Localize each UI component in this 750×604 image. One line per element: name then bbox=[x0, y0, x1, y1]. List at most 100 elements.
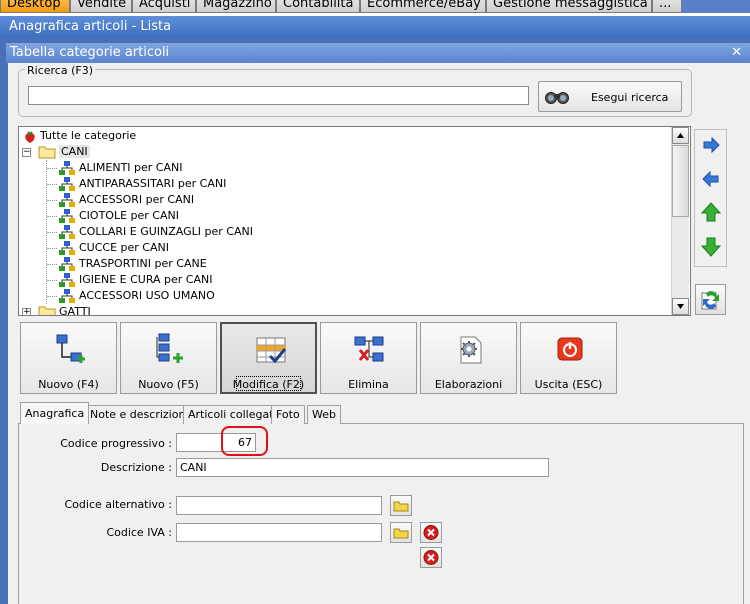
tree-item-label: ANTIPARASSITARI per CANI bbox=[79, 177, 227, 190]
tree-item-label: ACCESSORI USO UMANO bbox=[79, 289, 215, 302]
arrow-down-icon bbox=[677, 304, 684, 309]
move-right-button[interactable] bbox=[697, 131, 725, 159]
delete-label: Elimina bbox=[348, 378, 389, 391]
browse-iva-button[interactable] bbox=[390, 522, 412, 543]
tree-folder-label: CANI bbox=[59, 145, 90, 158]
collapse-icon[interactable]: − bbox=[22, 148, 31, 157]
codice-alternativo-label: Codice alternativo : bbox=[64, 498, 173, 511]
folder-icon bbox=[393, 501, 409, 512]
category-icon bbox=[59, 257, 75, 271]
tree-item-label: CIOTOLE per CANI bbox=[79, 209, 179, 222]
codice-iva-label: Codice IVA : bbox=[106, 526, 172, 539]
category-icon bbox=[59, 225, 75, 239]
search-button[interactable]: Esegui ricerca bbox=[538, 81, 682, 112]
exit-button[interactable]: Uscita (ESC) bbox=[520, 322, 617, 394]
power-icon bbox=[557, 337, 583, 361]
tree-folder[interactable]: − CANI bbox=[22, 144, 90, 160]
arrow-right-icon bbox=[703, 136, 720, 154]
category-tree[interactable]: Tutte le categorie − CANI ALIMENTI per C… bbox=[18, 126, 691, 316]
folder-icon bbox=[38, 306, 56, 315]
arrow-left-icon bbox=[702, 170, 719, 188]
refresh-button[interactable] bbox=[695, 284, 726, 315]
tab-web[interactable]: Web bbox=[307, 405, 341, 424]
refresh-icon bbox=[701, 291, 719, 310]
search-input[interactable] bbox=[28, 86, 529, 105]
delete-button[interactable]: Elimina bbox=[320, 322, 417, 394]
folder-icon bbox=[38, 146, 56, 159]
binoculars-icon bbox=[545, 92, 569, 104]
tab-note[interactable]: Note e descrizioni bbox=[85, 405, 194, 424]
move-left-button[interactable] bbox=[697, 165, 725, 193]
tab-foto[interactable]: Foto bbox=[271, 405, 305, 424]
tree-item-label: CUCCE per CANI bbox=[79, 241, 169, 254]
codice-iva-field[interactable] bbox=[176, 523, 382, 542]
exit-label: Uscita (ESC) bbox=[534, 378, 603, 391]
new-f5-label: Nuovo (F5) bbox=[138, 378, 199, 391]
tree-item[interactable]: ANTIPARASSITARI per CANI bbox=[47, 176, 226, 192]
edit-button[interactable]: Modifica (F2) bbox=[220, 322, 317, 394]
edit-grid-icon bbox=[256, 337, 287, 364]
new-f5-button[interactable]: Nuovo (F5) bbox=[120, 322, 217, 394]
scroll-thumb[interactable] bbox=[672, 145, 689, 217]
move-up-button[interactable] bbox=[697, 199, 725, 227]
codice-progressivo-label: Codice progressivo : bbox=[60, 437, 172, 450]
new-node-icon bbox=[56, 334, 85, 363]
codice-alternativo-field[interactable] bbox=[176, 496, 382, 515]
menu-tab-acquisti[interactable]: Acquisti bbox=[132, 0, 196, 13]
tree-item[interactable]: TRASPORTINI per CANE bbox=[47, 256, 207, 272]
strawberry-icon bbox=[25, 131, 35, 143]
process-label: Elaborazioni bbox=[434, 378, 503, 391]
gear-document-icon bbox=[460, 336, 482, 364]
menu-tab-contabilita[interactable]: Contabilità bbox=[276, 0, 360, 13]
arrow-up-icon bbox=[677, 133, 684, 138]
move-down-button[interactable] bbox=[697, 233, 725, 261]
delete-node-icon bbox=[354, 336, 384, 362]
window-title-bar: Tabella categorie articoli ✕ bbox=[6, 43, 750, 63]
tab-articoli-collegati[interactable]: Articoli collegati bbox=[183, 405, 282, 424]
category-icon bbox=[59, 289, 75, 303]
tree-item[interactable]: ACCESSORI per CANI bbox=[47, 192, 194, 208]
category-icon bbox=[59, 193, 75, 207]
descrizione-field[interactable]: CANI bbox=[176, 458, 549, 477]
window-title: Tabella categorie articoli bbox=[10, 45, 170, 60]
tree-item-label: TRASPORTINI per CANE bbox=[79, 257, 207, 270]
new-list-icon bbox=[156, 333, 183, 363]
menu-tab-magazzino[interactable]: Magazzino bbox=[196, 0, 276, 13]
scroll-up-button[interactable] bbox=[672, 127, 689, 144]
tree-item-label: IGIENE E CURA per CANI bbox=[79, 273, 213, 286]
tree-item[interactable]: IGIENE E CURA per CANI bbox=[47, 272, 212, 288]
expand-icon[interactable]: + bbox=[22, 308, 31, 315]
tree-root[interactable]: Tutte le categorie bbox=[23, 128, 136, 144]
menu-tab-messaggistica[interactable]: Gestione messaggistica bbox=[486, 0, 652, 13]
tree-item[interactable]: COLLARI E GUINZAGLI per CANI bbox=[47, 224, 253, 240]
tree-item[interactable]: ACCESSORI USO UMANO bbox=[47, 288, 215, 304]
category-icon bbox=[59, 209, 75, 223]
menu-tab-vendite[interactable]: Vendite bbox=[70, 0, 132, 13]
new-f4-button[interactable]: Nuovo (F4) bbox=[20, 322, 117, 394]
highlight-oval bbox=[221, 426, 268, 456]
close-icon[interactable]: ✕ bbox=[731, 43, 742, 63]
category-icon bbox=[59, 177, 75, 191]
category-icon bbox=[59, 241, 75, 255]
tree-item[interactable]: ALIMENTI per CANI bbox=[47, 160, 182, 176]
browse-alternativo-button[interactable] bbox=[390, 495, 412, 516]
clear-button[interactable] bbox=[420, 547, 442, 568]
new-f4-label: Nuovo (F4) bbox=[38, 378, 99, 391]
top-menu-bar: Desktop Vendite Acquisti Magazzino Conta… bbox=[0, 0, 750, 13]
tree-folder[interactable]: + GATTI bbox=[22, 304, 91, 316]
process-button[interactable]: Elaborazioni bbox=[420, 322, 517, 394]
tab-anagrafica[interactable]: Anagrafica bbox=[20, 402, 90, 424]
tree-root-label: Tutte le categorie bbox=[40, 129, 137, 142]
menu-tab-more[interactable]: ... bbox=[652, 0, 682, 13]
search-button-label: Esegui ricerca bbox=[591, 91, 669, 104]
menu-tab-ecommerce[interactable]: Ecommerce/eBay bbox=[360, 0, 486, 13]
edit-label: Modifica (F2) bbox=[232, 378, 305, 391]
search-label: Ricerca (F3) bbox=[25, 64, 95, 77]
tree-item[interactable]: CUCCE per CANI bbox=[47, 240, 169, 256]
scroll-down-button[interactable] bbox=[672, 298, 689, 315]
clear-iva-button[interactable] bbox=[420, 522, 442, 543]
tree-folder-label: GATTI bbox=[59, 305, 91, 316]
clear-icon bbox=[423, 525, 439, 540]
tree-item[interactable]: CIOTOLE per CANI bbox=[47, 208, 179, 224]
menu-tab-desktop[interactable]: Desktop bbox=[0, 0, 70, 13]
